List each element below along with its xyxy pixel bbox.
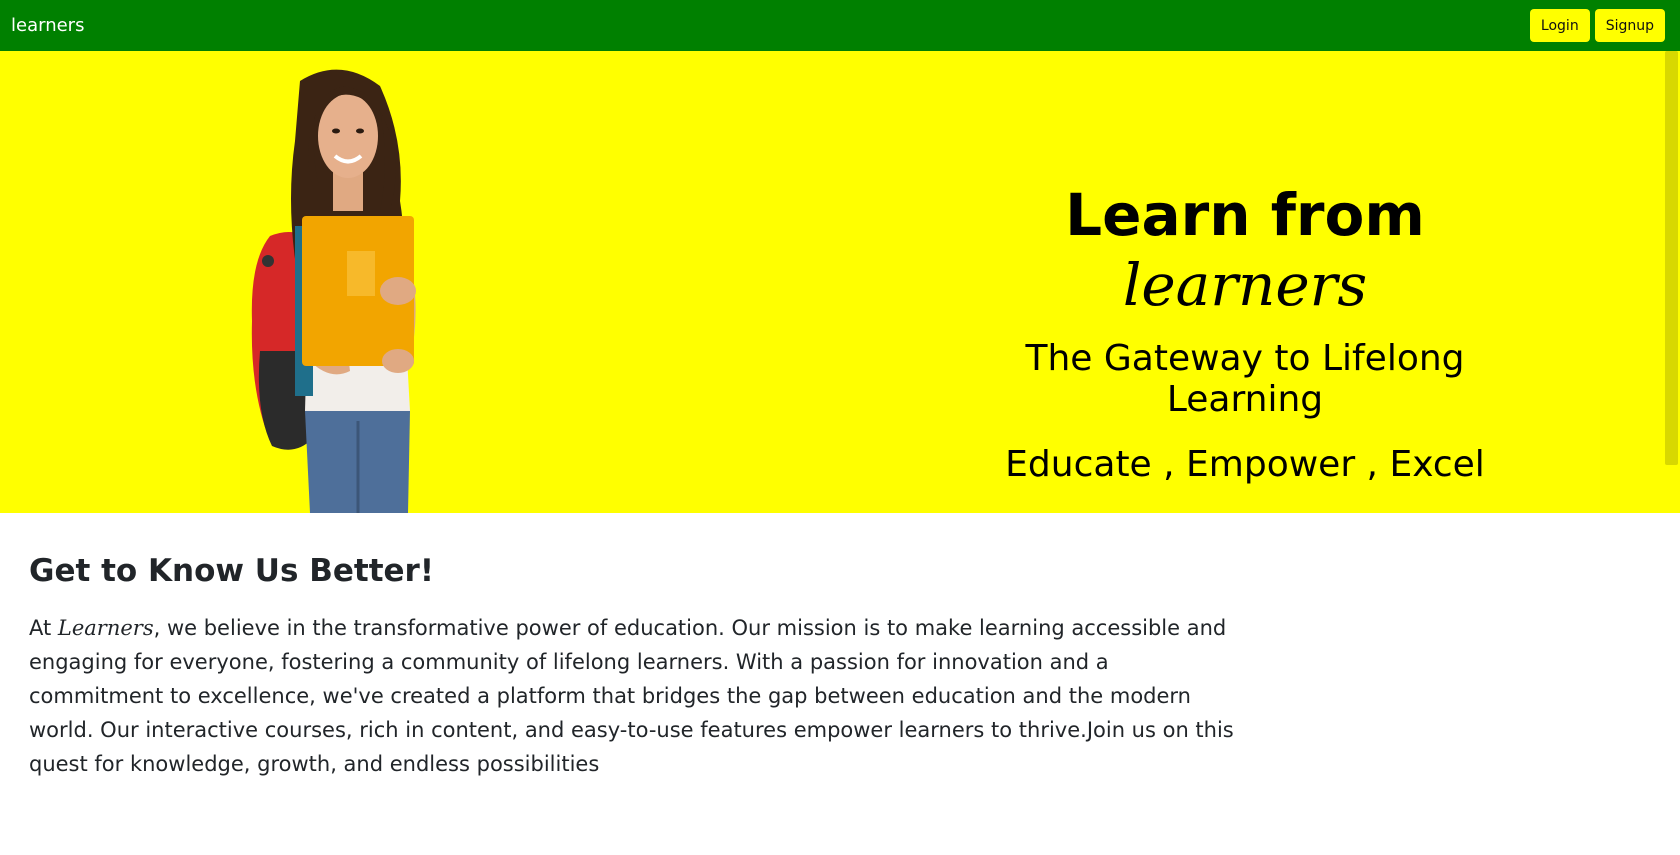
hero-tagline: Educate , Empower , Excel: [1005, 444, 1485, 486]
hero-title: Learn from learners: [960, 181, 1530, 320]
nav-actions: Login Signup: [1529, 9, 1665, 42]
hero-subtitle: The Gateway to Lifelong Learning: [1025, 338, 1465, 421]
about-section: Get to Know Us Better! At Learners, we b…: [29, 553, 1239, 781]
about-text: At Learners, we believe in the transform…: [29, 611, 1239, 781]
hero-title-prefix: Learn from: [1065, 181, 1425, 249]
top-navbar: learners Login Signup: [0, 0, 1680, 51]
student-image: [251, 69, 416, 513]
hero-title-script: learners: [1122, 250, 1368, 319]
brand-logo[interactable]: learners: [11, 15, 84, 36]
scrollbar-thumb[interactable]: [1665, 51, 1678, 465]
about-text-prefix: At: [29, 616, 58, 640]
about-title: Get to Know Us Better!: [29, 553, 434, 589]
scrollbar[interactable]: [1664, 51, 1680, 513]
about-text-body: , we believe in the transformative power…: [29, 616, 1234, 776]
login-button[interactable]: Login: [1529, 9, 1590, 42]
about-text-script: Learners: [57, 616, 154, 640]
signup-button[interactable]: Signup: [1594, 9, 1665, 42]
hero-banner: Learn from learners The Gateway to Lifel…: [0, 51, 1680, 513]
hero-text: Learn from learners The Gateway to Lifel…: [960, 181, 1530, 485]
